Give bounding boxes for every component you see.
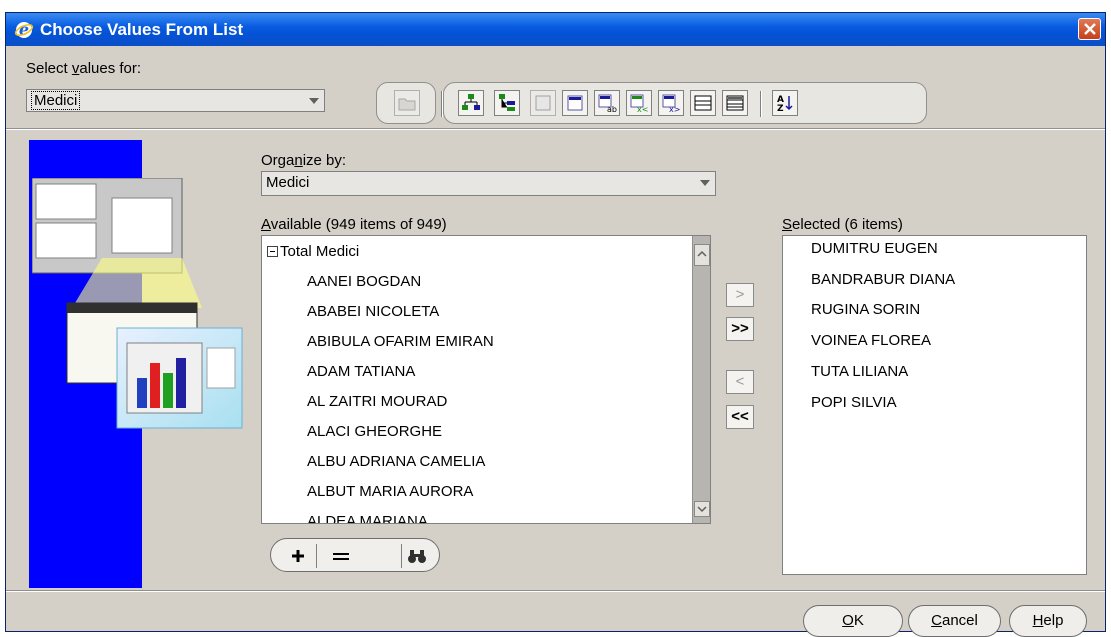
select-box-icon — [567, 95, 583, 111]
choose-values-dialog: e Choose Values From List Select values … — [5, 12, 1106, 637]
list-item[interactable]: BANDRABUR DIANA — [811, 271, 955, 288]
scroll-up-button[interactable] — [694, 244, 710, 266]
remove-button[interactable]: < — [726, 370, 754, 394]
tree-view-icon — [726, 95, 744, 111]
find-icon — [407, 550, 426, 563]
scroll-up-icon — [697, 250, 707, 257]
list-item[interactable]: ALBUT MARIA AURORA — [307, 483, 473, 500]
svg-text:ab: ab — [607, 105, 617, 113]
help-button[interactable]: Help — [1009, 605, 1087, 637]
list-item[interactable]: AL ZAITRI MOURAD — [307, 393, 447, 410]
svg-text:x>y: x>y — [669, 105, 681, 113]
illustration-icon — [32, 178, 243, 429]
list-item[interactable]: ABIBULA OFARIM EMIRAN — [307, 333, 494, 350]
scroll-down-icon — [697, 506, 707, 513]
list-view-icon — [694, 95, 712, 111]
tree-view-button[interactable] — [722, 90, 748, 116]
select-label-button[interactable]: ab — [594, 90, 620, 116]
list-item[interactable]: AANEI BOGDAN — [307, 273, 421, 290]
select-xy-icon: x>y — [662, 94, 681, 113]
select-box-button[interactable] — [562, 90, 588, 116]
available-scrollbar[interactable] — [692, 236, 710, 523]
collapse-icon[interactable] — [267, 246, 278, 257]
toolbar-separator — [760, 91, 762, 117]
list-view-button[interactable] — [690, 90, 716, 116]
divider — [6, 590, 1105, 592]
organize-by-label: Organize by: — [261, 152, 347, 169]
selected-label: Selected (6 items) — [782, 216, 903, 233]
organize-by-value: Medici — [266, 174, 310, 191]
svg-text:x<3: x<3 — [637, 105, 649, 113]
add-condition-button[interactable] — [279, 544, 317, 568]
select-values-value: Medici — [31, 91, 81, 110]
select-label-icon: ab — [598, 94, 617, 113]
select-x-icon: x<3 — [630, 94, 649, 113]
toolbar-group-2: ab x<3 x>y AZ — [443, 82, 927, 124]
list-item[interactable]: ALDEA MARIANA — [307, 513, 428, 523]
list-item[interactable]: TUTA LILIANA — [811, 363, 908, 380]
select-hierarchy-button[interactable] — [458, 90, 484, 116]
available-label: Available (949 items of 949) — [261, 216, 447, 233]
hierarchy-select-icon — [462, 94, 480, 110]
list-item[interactable]: RUGINA SORIN — [811, 301, 920, 318]
organize-by-dropdown[interactable]: Medici — [261, 171, 716, 196]
select-values-label: Select values for: — [26, 60, 142, 77]
title-bar[interactable]: e Choose Values From List — [6, 13, 1105, 46]
close-icon — [1084, 23, 1096, 35]
add-condition-icon — [291, 550, 304, 562]
window-title: Choose Values From List — [40, 20, 244, 39]
toolbar-group-1 — [376, 82, 443, 124]
folder-button[interactable] — [394, 90, 420, 116]
add-button[interactable]: > — [726, 283, 754, 307]
list-item[interactable]: VOINEA FLOREA — [811, 332, 931, 349]
hierarchy-select-children-icon — [499, 94, 515, 111]
list-item[interactable]: ADAM TATIANA — [307, 363, 415, 380]
remove-condition-button[interactable] — [321, 544, 361, 568]
remove-condition-icon — [333, 553, 349, 560]
scroll-down-button[interactable] — [694, 501, 710, 517]
select-all-button[interactable] — [530, 90, 556, 116]
select-values-dropdown[interactable]: Medici — [26, 89, 325, 112]
find-button[interactable] — [401, 544, 431, 568]
select-all-icon — [535, 95, 551, 111]
list-item-root[interactable]: Total Medici — [267, 243, 359, 260]
list-item[interactable]: POPI SILVIA — [811, 394, 897, 411]
list-item[interactable]: ALBU ADRIANA CAMELIA — [307, 453, 485, 470]
chevron-down-icon — [700, 180, 710, 186]
svg-text:Z: Z — [777, 104, 784, 113]
selected-list[interactable]: DUMITRU EUGEN BANDRABUR DIANA RUGINA SOR… — [782, 235, 1087, 575]
select-x-button[interactable]: x<3 — [626, 90, 652, 116]
select-children-button[interactable] — [494, 90, 520, 116]
sort-icon: AZ — [777, 95, 793, 113]
select-xy-button[interactable]: x>y — [658, 90, 684, 116]
close-button[interactable] — [1078, 18, 1101, 40]
folder-icon — [398, 98, 416, 111]
list-item-label: Total Medici — [280, 243, 360, 260]
list-item[interactable]: DUMITRU EUGEN — [811, 240, 938, 257]
list-tools-group — [270, 538, 440, 572]
add-all-button[interactable]: >> — [726, 317, 754, 341]
remove-all-button[interactable]: << — [726, 405, 754, 429]
chevron-down-icon — [309, 98, 319, 104]
cancel-button[interactable]: Cancel — [908, 605, 1001, 637]
list-item[interactable]: ALACI GHEORGHE — [307, 423, 442, 440]
ok-button[interactable]: OK — [803, 605, 903, 637]
sort-button[interactable]: AZ — [772, 90, 798, 116]
ie-icon: e — [14, 20, 34, 40]
svg-text:e: e — [19, 20, 29, 39]
divider — [6, 128, 1105, 130]
list-item[interactable]: ABABEI NICOLETA — [307, 303, 439, 320]
available-list[interactable]: Total Medici AANEI BOGDAN ABABEI NICOLET… — [261, 235, 711, 524]
